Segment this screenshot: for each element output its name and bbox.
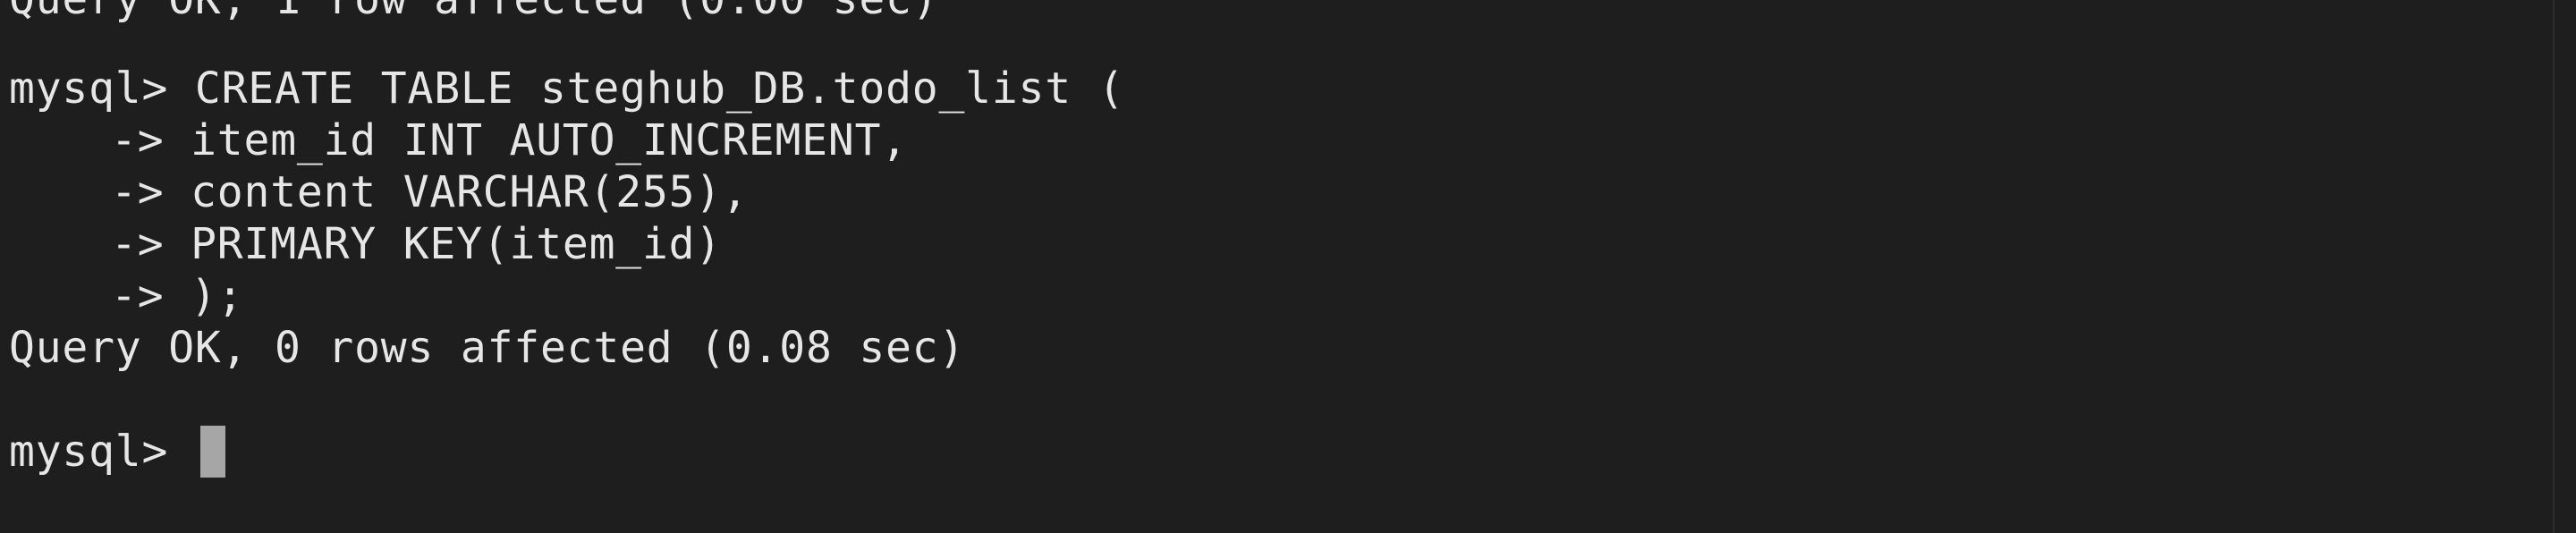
sql-text: PRIMARY KEY(item_id): [191, 219, 723, 269]
terminal-window[interactable]: Query OK, 1 row affected (0.00 sec) mysq…: [0, 0, 2555, 533]
mysql-prompt: mysql>: [9, 63, 169, 114]
vertical-scrollbar[interactable]: [2553, 0, 2576, 533]
continuation-prompt: ->: [111, 271, 165, 321]
sql-text: );: [191, 271, 244, 321]
sql-command-line-5: -> );: [111, 270, 244, 322]
text-cursor[interactable]: [199, 426, 225, 478]
partial-output-line: Query OK, 1 row affected (0.00 sec): [9, 0, 938, 25]
mysql-prompt: mysql>: [9, 427, 169, 477]
query-result-line: Query OK, 0 rows affected (0.08 sec): [9, 323, 966, 373]
continuation-prompt: ->: [111, 219, 165, 269]
sql-text: item_id INT AUTO_INCREMENT,: [191, 115, 908, 165]
sql-text: CREATE TABLE steghub_DB.todo_list (: [194, 63, 1125, 114]
continuation-prompt: ->: [111, 167, 165, 217]
sql-command-line-4: -> PRIMARY KEY(item_id): [111, 218, 722, 270]
sql-command-line-3: -> content VARCHAR(255),: [111, 166, 749, 218]
active-prompt-line[interactable]: mysql>: [9, 426, 225, 478]
continuation-prompt: ->: [111, 115, 165, 165]
sql-text: content VARCHAR(255),: [191, 167, 749, 217]
sql-command-line-2: -> item_id INT AUTO_INCREMENT,: [111, 114, 908, 166]
sql-command-line-1: mysql> CREATE TABLE steghub_DB.todo_list…: [9, 63, 1124, 114]
